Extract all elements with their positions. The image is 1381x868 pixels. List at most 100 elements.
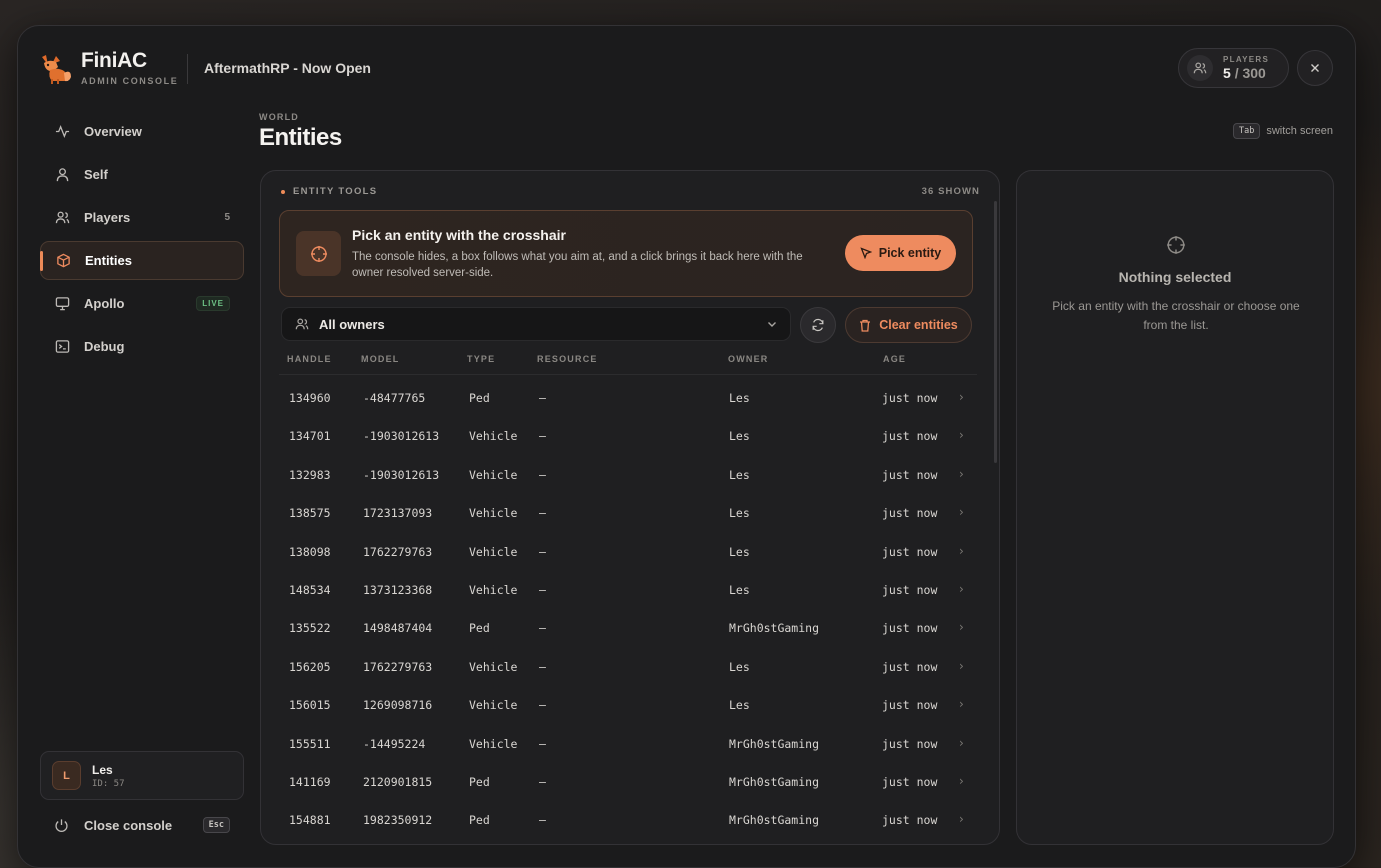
cell-owner: MrGh0stGaming: [729, 736, 820, 751]
entity-table: HANDLE MODEL TYPE RESOURCE OWNER AGE 134…: [279, 351, 977, 836]
table-row[interactable]: 155511 -14495224 Vehicle — MrGh0stGaming just…: [279, 721, 977, 759]
table-row[interactable]: 156015 1269098716 Vehicle — Les just now ›: [279, 682, 977, 720]
cell-resource: —: [539, 774, 546, 789]
table-row[interactable]: 138575 1723137093 Vehicle — Les just now ›: [279, 490, 977, 528]
chevron-right-icon: ›: [959, 390, 964, 404]
clear-entities-button[interactable]: Clear entities: [845, 307, 972, 343]
table-row[interactable]: 148534 1373123368 Vehicle — Les just now ›: [279, 567, 977, 605]
picker-title: Pick an entity with the crosshair: [352, 227, 566, 243]
accent-dot: [281, 189, 285, 194]
fox-logo-icon: [42, 55, 71, 84]
cell-resource: —: [539, 659, 546, 674]
esc-key-hint: Esc: [202, 817, 230, 833]
cell-type: Ped: [469, 813, 490, 828]
cell-model: -1903012613: [363, 429, 440, 444]
column-header-type[interactable]: TYPE: [467, 354, 495, 364]
cell-handle: 155511: [289, 736, 331, 751]
players-count: 5 / 300: [1223, 65, 1266, 81]
tab-key-hint: Tab: [1233, 123, 1261, 139]
cell-model: 1269098716: [363, 698, 433, 713]
sidebar-item-label: Overview: [84, 124, 142, 139]
cell-type: Ped: [469, 391, 490, 405]
sidebar-item-apollo[interactable]: Apollo LIVE: [40, 284, 244, 323]
scrollbar[interactable]: [994, 201, 997, 463]
cell-type: Vehicle: [469, 736, 518, 751]
cell-resource: —: [539, 813, 546, 828]
column-header-handle[interactable]: HANDLE: [287, 354, 332, 364]
cell-resource: —: [539, 506, 546, 521]
empty-state-description: Pick an entity with the crosshair or cho…: [1052, 299, 1300, 332]
close-console-button[interactable]: Close console Esc: [40, 812, 244, 838]
chevron-right-icon: ›: [959, 735, 964, 750]
refresh-button[interactable]: [800, 307, 836, 343]
cell-owner: Les: [729, 659, 750, 674]
sidebar-item-label: Debug: [84, 339, 125, 354]
cell-handle: 138575: [289, 506, 331, 521]
trash-icon: [859, 319, 871, 332]
cell-model: -48477765: [363, 391, 426, 405]
admin-console-window: FiniAC ADMIN CONSOLE AftermathRP - Now O…: [17, 25, 1356, 868]
cell-owner: Les: [729, 467, 750, 482]
sidebar-item-players[interactable]: Players 5: [40, 198, 244, 237]
picker-description: The console hides, a box follows what yo…: [352, 251, 803, 279]
cell-type: Ped: [469, 621, 490, 636]
cell-model: 1762279763: [363, 659, 433, 674]
cell-resource: —: [539, 698, 546, 713]
cell-type: Vehicle: [469, 582, 518, 597]
cell-resource: —: [539, 391, 546, 405]
user-icon: [54, 167, 70, 183]
cube-icon: [55, 253, 71, 269]
sidebar-item-debug[interactable]: Debug: [40, 327, 244, 366]
avatar: L: [52, 761, 81, 790]
cell-type: Vehicle: [469, 429, 518, 444]
table-row[interactable]: 134701 -1903012613 Vehicle — Les just now ›: [279, 413, 977, 451]
sidebar-item-overview[interactable]: Overview: [40, 112, 244, 151]
table-header: HANDLE MODEL TYPE RESOURCE OWNER AGE: [279, 351, 977, 375]
refresh-icon: [812, 318, 824, 332]
sidebar-item-label: Players: [84, 210, 131, 225]
current-user-card[interactable]: L Les ID: 57: [40, 751, 244, 800]
column-header-resource[interactable]: RESOURCE: [537, 354, 598, 364]
column-header-model[interactable]: MODEL: [361, 354, 400, 364]
column-header-age[interactable]: AGE: [883, 354, 906, 364]
table-row[interactable]: 138098 1762279763 Vehicle — Les just now ›: [279, 529, 977, 567]
cell-age: just now: [882, 736, 938, 751]
column-header-owner[interactable]: OWNER: [728, 354, 769, 364]
players-label: PLAYERS: [1223, 55, 1270, 64]
pick-entity-button[interactable]: Pick entity: [845, 235, 956, 271]
table-row[interactable]: 156205 1762279763 Vehicle — Les just now ›: [279, 644, 977, 682]
cell-handle: 154881: [289, 813, 331, 828]
table-row[interactable]: 132983 -1903012613 Vehicle — Les just now ›: [279, 452, 977, 490]
cell-owner: Les: [729, 544, 750, 559]
cell-handle: 134701: [289, 429, 331, 444]
sidebar-item-label: Apollo: [84, 296, 125, 311]
cell-age: just now: [882, 391, 938, 405]
cell-model: -1903012613: [363, 467, 440, 482]
cell-age: just now: [882, 506, 938, 521]
sidebar-item-entities[interactable]: Entities: [40, 241, 244, 280]
cell-resource: —: [539, 736, 546, 751]
page-title: Entities: [259, 124, 342, 151]
sidebar-item-self[interactable]: Self: [40, 155, 244, 194]
cursor-icon: [860, 247, 872, 259]
shown-count: 36 SHOWN: [921, 186, 980, 197]
table-row[interactable]: 141169 2120901815 Ped — MrGh0stGaming just no…: [279, 759, 977, 797]
owner-filter-select[interactable]: All owners: [281, 307, 791, 341]
cell-model: 1982350912: [363, 813, 433, 828]
close-button[interactable]: [1297, 50, 1333, 86]
brand-subtitle: ADMIN CONSOLE: [81, 76, 179, 86]
cell-owner: Les: [729, 582, 750, 597]
players-counter: PLAYERS 5 / 300: [1178, 48, 1289, 88]
cell-resource: —: [539, 544, 546, 559]
chevron-right-icon: ›: [959, 428, 964, 443]
crosshair-icon: [1166, 235, 1186, 255]
cell-type: Vehicle: [469, 698, 518, 713]
brand: FiniAC ADMIN CONSOLE: [38, 50, 178, 86]
cell-model: 1498487404: [363, 621, 433, 636]
table-row[interactable]: 135522 1498487404 Ped — MrGh0stGaming just no…: [279, 605, 977, 643]
table-row[interactable]: 134960 -48477765 Ped — Les just now ›: [279, 375, 977, 413]
cell-age: just now: [882, 467, 938, 482]
cell-age: just now: [882, 659, 938, 674]
cell-age: just now: [882, 621, 938, 636]
table-row[interactable]: 154881 1982350912 Ped — MrGh0stGaming just no…: [279, 797, 977, 835]
